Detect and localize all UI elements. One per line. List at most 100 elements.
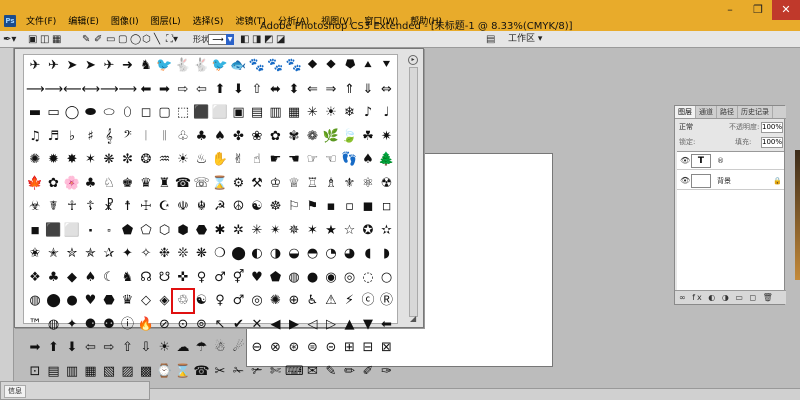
shape-swatch-129[interactable]: ☬ xyxy=(193,197,211,217)
shape-swatch-154[interactable]: ✵ xyxy=(285,221,303,241)
shape-swatch-210[interactable]: ♀ xyxy=(211,291,229,311)
shape-swatch[interactable]: ⟶ xyxy=(208,34,228,45)
shape-swatch-222[interactable]: ✦ xyxy=(63,315,81,335)
shape-swatch-196[interactable]: ◉ xyxy=(322,268,340,288)
shape-swatch-42[interactable]: ◯ xyxy=(63,103,81,123)
shape-swatch-76[interactable]: 🌿 xyxy=(322,127,340,147)
combine-subtract-icon[interactable]: ◨ xyxy=(252,33,261,46)
freeform-pen-icon[interactable]: ✐ xyxy=(94,33,102,46)
shape-swatch-25[interactable]: ⟶ xyxy=(119,80,137,100)
shape-swatch-41[interactable]: ▭ xyxy=(45,103,63,123)
shape-swatch-147[interactable]: ⬡ xyxy=(156,221,174,241)
shape-swatch-142[interactable]: ⬜ xyxy=(63,221,81,241)
shape-swatch-44[interactable]: ⬭ xyxy=(100,103,118,123)
shape-swatch-249[interactable]: ☂ xyxy=(193,338,211,358)
shape-swatch-95[interactable]: ☞ xyxy=(304,150,322,170)
shape-swatch-31[interactable]: ⬇ xyxy=(230,80,248,100)
shape-swatch-262[interactable]: ▥ xyxy=(63,362,81,382)
shape-swatch-140[interactable]: ◾ xyxy=(26,221,44,241)
shape-swatch-122[interactable]: ☥ xyxy=(63,197,81,217)
shape-swatch-234[interactable]: ▶ xyxy=(285,315,303,335)
shape-swatch-53[interactable]: ▥ xyxy=(267,103,285,123)
shape-swatch-190[interactable]: ♂ xyxy=(211,268,229,288)
shape-swatch-94[interactable]: ☚ xyxy=(285,150,303,170)
shape-swatch-158[interactable]: ✪ xyxy=(359,221,377,241)
shape-swatch-159[interactable]: ✫ xyxy=(378,221,396,241)
shape-swatch-185[interactable]: ♞ xyxy=(119,268,137,288)
shape-swatch-145[interactable]: ⬟ xyxy=(119,221,137,241)
shape-swatch-150[interactable]: ✱ xyxy=(211,221,229,241)
menu-item-3[interactable]: 图层(L) xyxy=(145,14,187,30)
shape-swatch-15[interactable]: ⯁ xyxy=(304,56,322,76)
shape-swatch-130[interactable]: ☭ xyxy=(211,197,229,217)
shape-swatch-92[interactable]: ☝ xyxy=(248,150,266,170)
shape-swatch-179[interactable]: ◗ xyxy=(378,244,396,264)
shape-swatch-264[interactable]: ▧ xyxy=(100,362,118,382)
shape-swatch-64[interactable]: 𝄞 xyxy=(100,127,118,147)
shape-swatch-110[interactable]: ⌛ xyxy=(211,174,229,194)
shape-swatch-12[interactable]: 🐾 xyxy=(248,56,266,76)
shape-swatch-237[interactable]: ▲ xyxy=(341,315,359,335)
shape-swatch-265[interactable]: ▨ xyxy=(119,362,137,382)
shape-swatch-65[interactable]: 𝄢 xyxy=(119,127,137,147)
shape-swatch-153[interactable]: ✴ xyxy=(267,221,285,241)
shape-swatch-253[interactable]: ⊗ xyxy=(267,338,285,358)
shape-swatch-170[interactable]: ❍ xyxy=(211,244,229,264)
shape-swatch-68[interactable]: ♧ xyxy=(174,127,192,147)
shape-swatch-180[interactable]: ❖ xyxy=(26,268,44,288)
menu-item-1[interactable]: 编辑(E) xyxy=(62,14,105,30)
shape-swatch-71[interactable]: ✤ xyxy=(230,127,248,147)
shape-swatch-30[interactable]: ⬆ xyxy=(211,80,229,100)
shape-swatch-86[interactable]: ❂ xyxy=(137,150,155,170)
shape-swatch-151[interactable]: ✲ xyxy=(230,221,248,241)
shape-swatch-254[interactable]: ⊛ xyxy=(285,338,303,358)
shape-swatch-171[interactable]: ⬤ xyxy=(230,244,248,264)
shape-swatch-273[interactable]: ✄ xyxy=(267,362,285,382)
shape-swatch-270[interactable]: ✂ xyxy=(211,362,229,382)
shape-swatch-266[interactable]: ▩ xyxy=(137,362,155,382)
shape-swatch-201[interactable]: ⬤ xyxy=(45,291,63,311)
picker-menu-icon[interactable]: ▸ xyxy=(408,55,418,65)
shape-swatch-73[interactable]: ✿ xyxy=(267,127,285,147)
shape-swatch-128[interactable]: ☫ xyxy=(174,197,192,217)
shape-swatch-233[interactable]: ◀ xyxy=(267,315,285,335)
shape-swatch-81[interactable]: ✹ xyxy=(45,150,63,170)
shape-swatch-161[interactable]: ✭ xyxy=(45,244,63,264)
pen-tool-icon[interactable]: ✒▾ xyxy=(3,33,16,46)
shape-swatch-117[interactable]: ⚜ xyxy=(341,174,359,194)
shape-swatch-24[interactable]: ⟶ xyxy=(100,80,118,100)
shape-swatch-62[interactable]: ♭ xyxy=(63,127,81,147)
shape-swatch-38[interactable]: ⇓ xyxy=(359,80,377,100)
shape-swatch-78[interactable]: ☘ xyxy=(359,127,377,147)
shape-swatch-211[interactable]: ♂ xyxy=(230,291,248,311)
fill-input[interactable]: 100% xyxy=(761,137,783,148)
shape-swatch-5[interactable]: ➜ xyxy=(119,56,137,76)
paths-icon[interactable]: ◫ xyxy=(40,33,49,46)
shape-swatch-139[interactable]: ◽ xyxy=(378,197,396,217)
minimize-button[interactable]: – xyxy=(716,0,744,20)
shape-swatch-118[interactable]: ⚛ xyxy=(359,174,377,194)
shape-swatch-225[interactable]: ⓘ xyxy=(119,315,137,335)
picker-scrollbar[interactable] xyxy=(409,67,418,317)
shape-layers-icon[interactable]: ▣ xyxy=(28,33,37,46)
shape-swatch-160[interactable]: ✬ xyxy=(26,244,44,264)
shape-swatch-143[interactable]: ⬝ xyxy=(82,221,100,241)
shape-swatch-228[interactable]: ⊙ xyxy=(174,315,192,335)
shape-swatch-162[interactable]: ✮ xyxy=(63,244,81,264)
shape-swatch-219[interactable]: Ⓡ xyxy=(378,291,396,311)
combine-intersect-icon[interactable]: ◩ xyxy=(264,33,273,46)
shape-swatch-125[interactable]: ☨ xyxy=(119,197,137,217)
shape-swatch-236[interactable]: ▷ xyxy=(322,315,340,335)
shape-swatch-251[interactable]: ☄ xyxy=(230,338,248,358)
shape-swatch-116[interactable]: ♗ xyxy=(322,174,340,194)
shape-swatch-93[interactable]: ☛ xyxy=(267,150,285,170)
shape-swatch-50[interactable]: ⬜ xyxy=(211,103,229,123)
shape-swatch-148[interactable]: ⬢ xyxy=(174,221,192,241)
shape-swatch-9[interactable]: 🐇 xyxy=(193,56,211,76)
shape-swatch-279[interactable]: ✑ xyxy=(378,362,396,382)
shape-swatch-80[interactable]: ✺ xyxy=(26,150,44,170)
shape-swatch-165[interactable]: ✦ xyxy=(119,244,137,264)
shape-swatch-22[interactable]: ⟵ xyxy=(63,80,81,100)
shape-swatch-90[interactable]: ✋ xyxy=(211,150,229,170)
shape-swatch-184[interactable]: ☾ xyxy=(100,268,118,288)
